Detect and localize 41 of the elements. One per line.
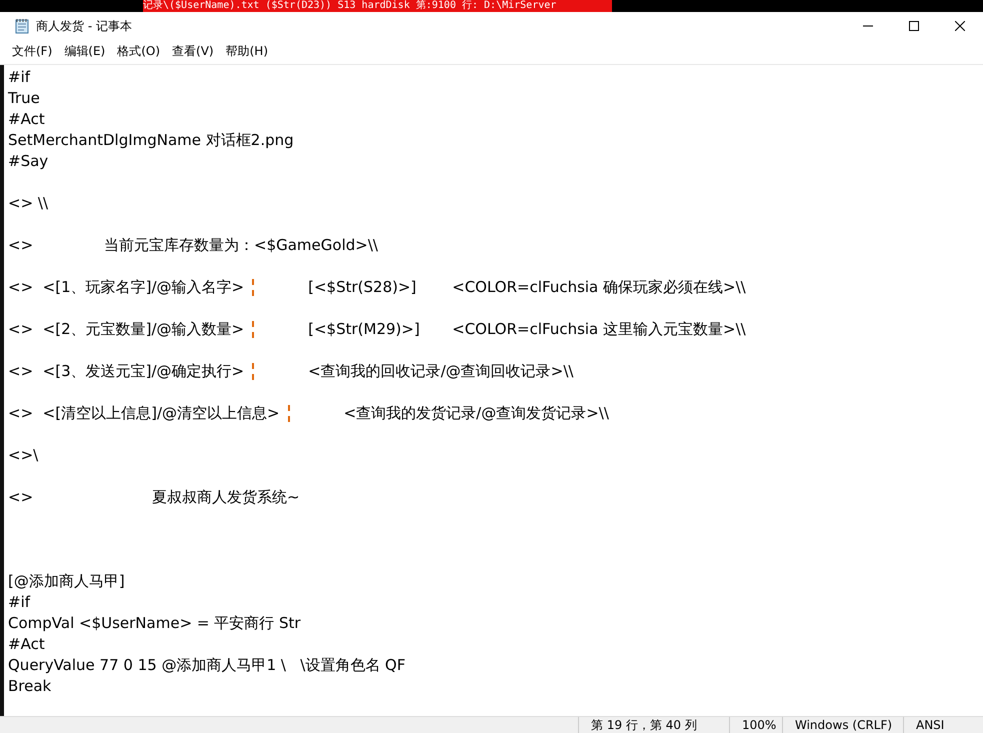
menu-item[interactable]: 帮助(H) — [220, 41, 274, 62]
code-line: Break — [8, 676, 52, 697]
menu-item[interactable]: 格式(O) — [111, 41, 166, 62]
code-line: True — [8, 88, 40, 109]
code-line: #Act — [8, 634, 45, 655]
status-text: 第 19 行，第 40 列 — [579, 717, 730, 733]
code-text: <> <[清空以上信息]/@清空以上信息> — [8, 403, 280, 424]
window-title: 商人发货 - 记事本 — [36, 18, 132, 34]
code-line: #if — [8, 67, 30, 88]
code-line: [@添加商人马甲] — [8, 571, 125, 592]
menu-item[interactable]: 查看(V) — [166, 41, 220, 62]
code-line: CompVal <$UserName> = 平安商行 Str — [8, 613, 301, 634]
menu-item[interactable]: 编辑(E) — [58, 41, 112, 62]
code-text: <查询我的发货记录/@查询发货记录>\\ — [342, 403, 609, 424]
code-text: [<$Str(S28)>] <COLOR=clFuchsia 确保玩家必须在线>\\ — [307, 277, 746, 298]
code-text: [<$Str(M29)>] <COLOR=clFuchsia 这里输入元宝数量>\\ — [307, 319, 746, 340]
code-line: <> 夏叔叔商人发货系统~ — [8, 487, 300, 508]
menu-item[interactable]: 文件(F) — [6, 41, 58, 62]
code-text: <> <[1、玩家名字]/@输入名字> — [8, 277, 244, 298]
code-line: #Say — [8, 151, 48, 172]
close-icon — [955, 21, 965, 31]
dashed-bar-icon — [288, 405, 290, 422]
code-line: #Act — [8, 109, 45, 130]
code-text: <查询我的回收记录/@查询回收记录>\\ — [307, 361, 574, 382]
code-line: QueryValue 77 0 15 @添加商人马甲1 \ \设置角色名 QF — [8, 655, 406, 676]
code-line: #if — [8, 592, 30, 613]
maximize-icon — [909, 21, 919, 31]
dashed-bar-icon — [252, 279, 254, 296]
status-text: 100% — [730, 717, 783, 733]
background-window-title: 记录\($UserName).txt ($Str(D23)) S13 hardDisk 第:9100 行: D:\MirServer — [143, 0, 612, 12]
notepad-icon — [14, 18, 30, 34]
dashed-bar-icon — [252, 321, 254, 338]
status-text: ANSI — [915, 717, 944, 733]
code-text: <> <[2、元宝数量]/@输入数量> — [8, 319, 244, 340]
code-line: SetMerchantDlgImgName 对话框2.png — [8, 130, 294, 151]
code-line: <> 当前元宝库存数量为：<$GameGold>\\ — [8, 235, 378, 256]
status-text: Windows (CRLF) — [783, 717, 904, 733]
dashed-bar-icon — [252, 363, 254, 380]
code-line: <>\ — [8, 445, 38, 466]
code-line: <> \\ — [8, 193, 48, 214]
code-text: <> <[3、发送元宝]/@确定执行> — [8, 361, 244, 382]
